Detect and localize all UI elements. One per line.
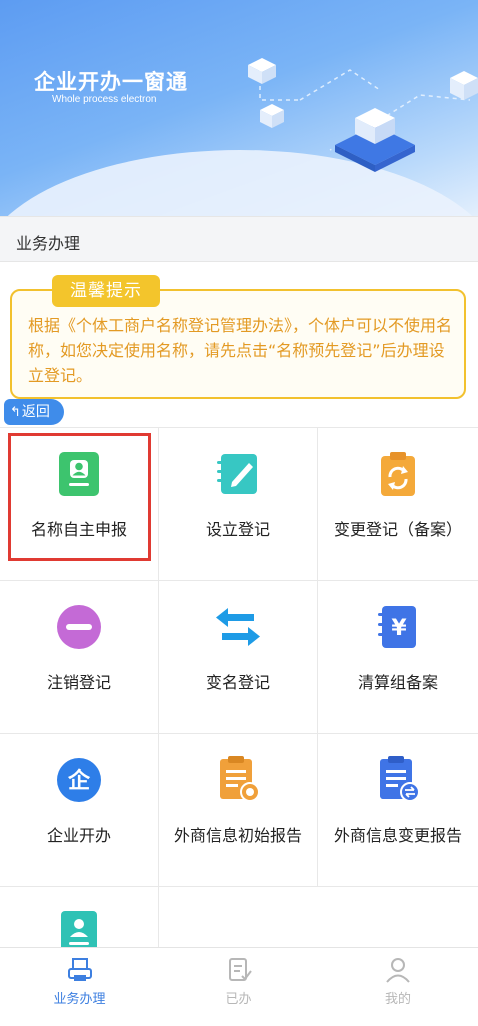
enterprise-icon: 企 (57, 758, 101, 802)
svg-text:¥: ¥ (391, 616, 407, 641)
service-partial-item[interactable] (0, 887, 159, 948)
service-foreign-change-report[interactable]: 外商信息变更报告 (318, 734, 478, 887)
service-liquidation[interactable]: ¥ 清算组备案 (318, 581, 478, 734)
tab-label: 我的 (384, 992, 411, 1007)
checklist-icon (228, 958, 252, 981)
person-card-icon (61, 911, 97, 948)
banner-subtitle: Whole process electron (52, 94, 157, 105)
notice-tag: 温馨提示 (52, 275, 160, 307)
tab-label: 业务办理 (53, 992, 106, 1007)
service-label: 清算组备案 (357, 673, 438, 692)
service-enterprise-start[interactable]: 企 企业开办 (0, 734, 159, 887)
service-label: 注销登记 (46, 673, 111, 692)
service-cancel[interactable]: 注销登记 (0, 581, 159, 734)
banner-title: 企业开办一窗通 (34, 70, 188, 94)
back-button[interactable]: ↰返回 (4, 399, 64, 425)
header-banner: 企业开办一窗通 Whole process electron (0, 0, 478, 216)
service-label: 企业开办 (46, 826, 111, 845)
clipboard-refresh-icon (381, 452, 415, 496)
section-header: 业务办理 (0, 216, 478, 262)
tab-label: 已办 (225, 992, 252, 1007)
service-establish[interactable]: 设立登记 (159, 428, 318, 581)
grid-empty-area (159, 887, 478, 948)
service-foreign-initial-report[interactable]: 外商信息初始报告 (159, 734, 318, 887)
user-icon (386, 958, 410, 983)
section-title: 业务办理 (16, 234, 81, 253)
report-document-icon (220, 756, 260, 802)
report-change-icon (380, 756, 420, 802)
service-label: 外商信息变更报告 (333, 826, 462, 845)
service-label: 变名登记 (205, 673, 270, 692)
service-label: 变更登记（备案） (333, 520, 462, 539)
tab-mine[interactable]: 我的 (318, 948, 478, 1026)
minus-circle-icon (57, 605, 101, 649)
notebook-pen-icon (217, 454, 257, 494)
notice-text: 根据《个体工商户名称登记管理办法》，个体户可以不使用名称，如您决定使用名称，请先… (28, 316, 453, 385)
tab-done[interactable]: 已办 (159, 948, 318, 1026)
service-label: 外商信息初始报告 (173, 826, 302, 845)
printer-icon (67, 958, 92, 981)
svg-text:企: 企 (67, 768, 91, 794)
service-change[interactable]: 变更登记（备案） (318, 428, 478, 581)
swap-arrows-icon (216, 608, 260, 646)
tab-business[interactable]: 业务办理 (0, 948, 159, 1026)
notice-box: 温馨提示 根据《个体工商户名称登记管理办法》，个体户可以不使用名称，如您决定使用… (10, 275, 466, 399)
yuan-book-icon: ¥ (378, 606, 416, 648)
bottom-tab-bar: 业务办理 已办 我的 (0, 947, 478, 1026)
service-rename[interactable]: 变名登记 (159, 581, 318, 734)
back-arrow-icon: ↰ (10, 405, 21, 420)
back-label: 返回 (21, 404, 50, 420)
service-label: 设立登记 (205, 520, 270, 539)
cubes-illustration (248, 58, 478, 172)
highlight-box (8, 433, 151, 561)
